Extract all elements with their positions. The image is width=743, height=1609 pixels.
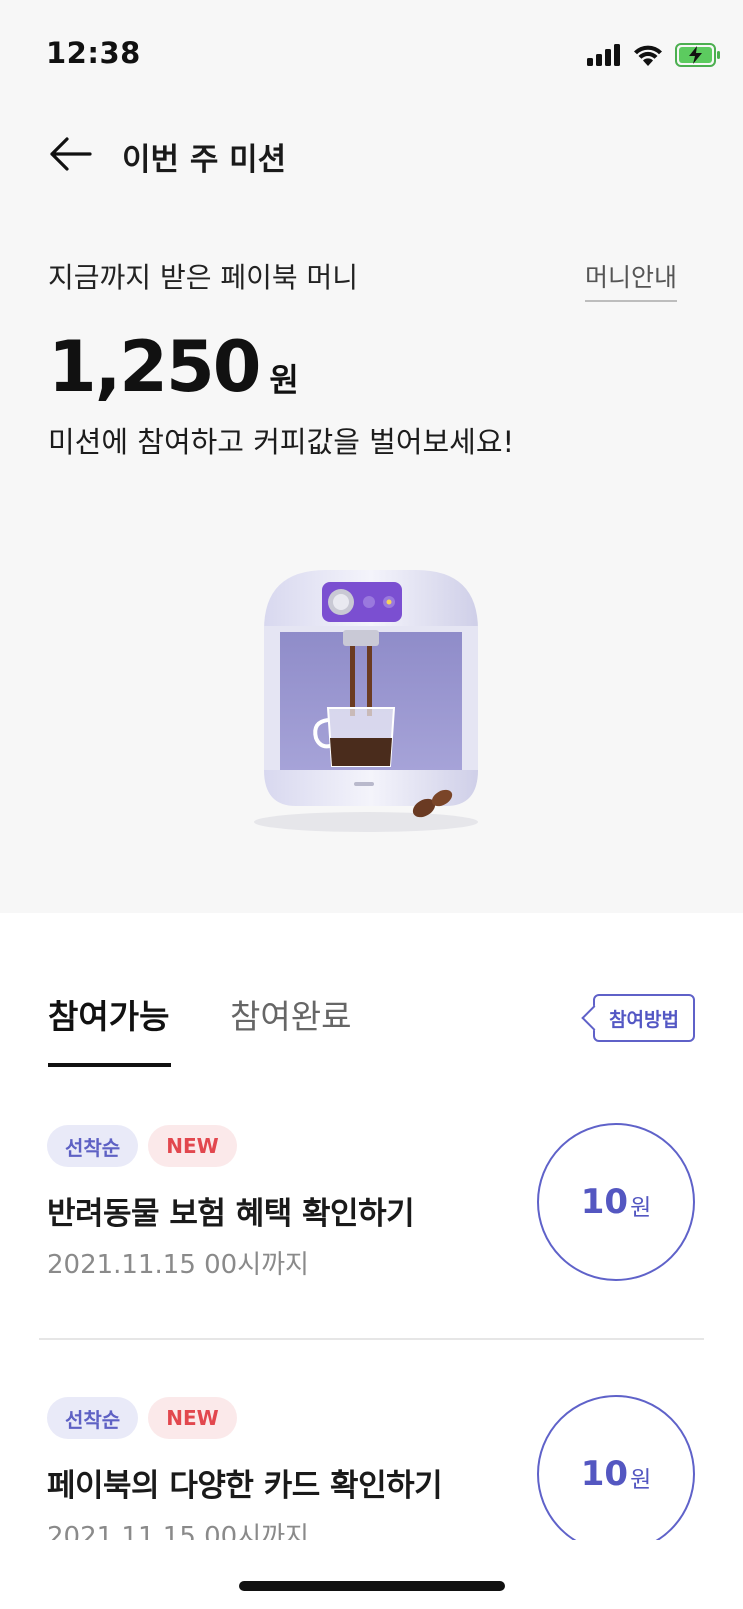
mission-deadline: 2021.11.15 00시까지 [47, 1522, 309, 1540]
howto-button[interactable]: 참여방법 [581, 994, 695, 1042]
mission-divider [39, 1338, 704, 1340]
status-time: 12:38 [46, 36, 141, 70]
mission-deadline: 2021.11.15 00시까지 [47, 1250, 309, 1280]
reward-button[interactable]: 10 원 [537, 1395, 695, 1540]
status-icons [587, 40, 721, 70]
mission-title: 반려동물 보험 혜택 확인하기 [47, 1196, 415, 1232]
coffee-machine-illustration [254, 570, 478, 832]
howto-bubble: 참여방법 [581, 994, 695, 1042]
battery-charging-icon [675, 43, 720, 67]
home-indicator[interactable] [239, 1581, 505, 1591]
page-title: 이번 주 미션 [122, 142, 287, 178]
back-arrow-icon[interactable] [46, 134, 92, 174]
new-badge: NEW [148, 1125, 237, 1167]
money-amount: 1,250 [48, 326, 261, 408]
howto-label: 참여방법 [609, 1008, 679, 1031]
first-come-badge: 선착순 [47, 1397, 139, 1439]
promo-text: 미션에 참여하고 커피값을 벌어보세요! [48, 425, 515, 459]
howto-bubble-tail [581, 1005, 607, 1031]
mission-item[interactable]: 선착순 NEW 페이북의 다양한 카드 확인하기 2021.11.15 00시까… [0, 1392, 743, 1540]
money-unit: 원 [269, 361, 299, 399]
reward-amount: 10 [580, 1182, 629, 1222]
page-header: 이번 주 미션 [0, 120, 743, 190]
first-come-badge: 선착순 [47, 1125, 139, 1167]
mission-list: 선착순 NEW 반려동물 보험 혜택 확인하기 2021.11.15 00시까지… [0, 1120, 743, 1540]
tab-active-indicator [48, 1063, 171, 1067]
money-guide-link[interactable]: 머니안내 [584, 258, 677, 302]
mission-title: 페이북의 다양한 카드 확인하기 [47, 1468, 443, 1504]
mission-item[interactable]: 선착순 NEW 반려동물 보험 혜택 확인하기 2021.11.15 00시까지… [0, 1120, 743, 1320]
mission-badges: 선착순 NEW [47, 1397, 237, 1439]
reward-amount: 10 [580, 1454, 629, 1494]
reward-unit: 원 [630, 1195, 652, 1221]
tab-available[interactable]: 참여가능 [48, 990, 169, 1038]
new-badge: NEW [148, 1397, 237, 1439]
status-bar: 12:38 [0, 0, 743, 100]
tab-completed[interactable]: 참여완료 [230, 990, 351, 1038]
mission-badges: 선착순 NEW [47, 1125, 237, 1167]
signal-icon [587, 44, 620, 66]
mission-tabs: 참여가능 참여완료 참여방법 [0, 990, 743, 1070]
reward-unit: 원 [630, 1467, 652, 1493]
money-label: 지금까지 받은 페이북 머니 [48, 261, 359, 294]
reward-button[interactable]: 10 원 [537, 1123, 695, 1281]
money-amount-row: 1,250 원 [48, 326, 299, 408]
wifi-icon [634, 45, 662, 66]
